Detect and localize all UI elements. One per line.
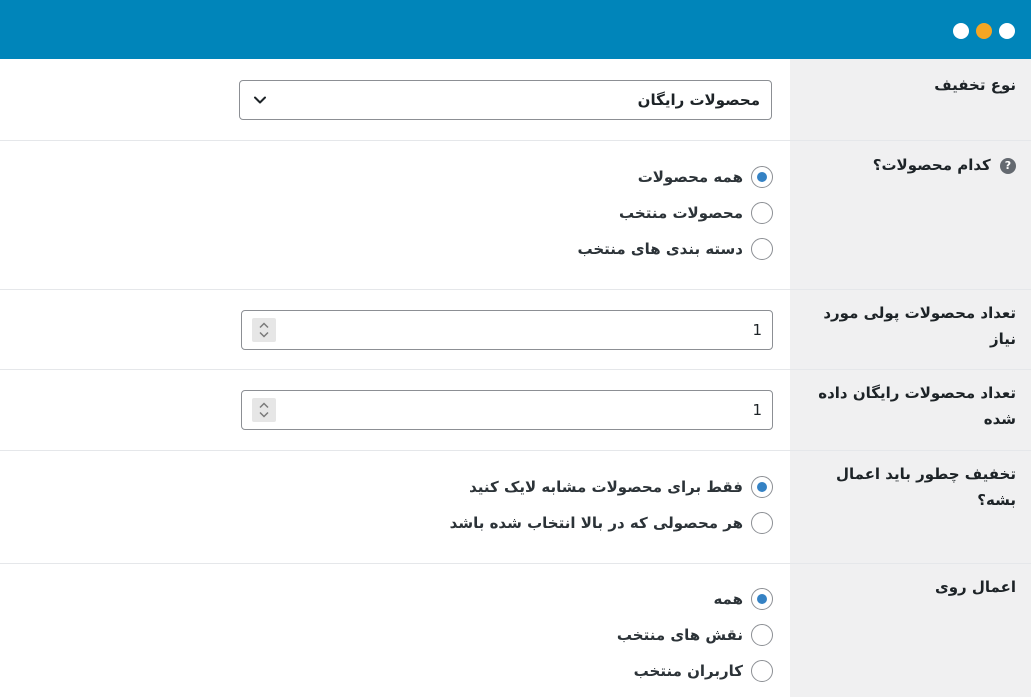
radio-option-selected-products[interactable]: محصولات منتخب <box>577 195 773 231</box>
number-spinner[interactable] <box>252 398 276 422</box>
label-cell: اعمال روی <box>790 564 1031 697</box>
label-cell: تعداد محصولات پولی مورد نیاز <box>790 290 1031 369</box>
radio-button[interactable] <box>751 476 773 498</box>
discount-type-label: نوع تخفیف <box>934 76 1016 94</box>
settings-window: نوع تخفیف محصولات رایگان ? کدام محصولات؟ <box>0 0 1031 697</box>
radio-label: همه محصولات <box>637 168 743 186</box>
radio-option-selected-roles[interactable]: نقش های منتخب <box>617 617 773 653</box>
chevron-down-icon <box>254 96 266 104</box>
discount-type-value: محصولات رایگان <box>637 91 760 109</box>
paid-required-value: 1 <box>752 321 762 339</box>
radio-option-same-products[interactable]: فقط برای محصولات مشابه لایک کنید <box>450 469 773 505</box>
radio-option-selected-categories[interactable]: دسته بندی های منتخب <box>577 231 773 267</box>
window-controls <box>953 23 1015 39</box>
help-icon[interactable]: ? <box>1000 158 1016 174</box>
label-cell: تخفیف چطور باید اعمال بشه؟ <box>790 451 1031 563</box>
title-bar <box>0 0 1031 59</box>
radio-button[interactable] <box>751 166 773 188</box>
radio-label: نقش های منتخب <box>616 626 743 644</box>
radio-button[interactable] <box>751 202 773 224</box>
radio-button[interactable] <box>751 512 773 534</box>
radio-label: کاربران منتخب <box>633 662 743 680</box>
which-products-label-wrap: ? کدام محصولات؟ <box>806 152 1016 178</box>
paid-required-label: تعداد محصولات پولی مورد نیاز <box>823 304 1016 348</box>
label-cell: نوع تخفیف <box>790 59 1031 140</box>
apply-how-options: فقط برای محصولات مشابه لایک کنید هر محصو… <box>450 469 773 541</box>
radio-button[interactable] <box>751 238 773 260</box>
radio-option-selected-users[interactable]: کاربران منتخب <box>617 653 773 689</box>
radio-button[interactable] <box>751 588 773 610</box>
row-discount-type: نوع تخفیف محصولات رایگان <box>0 59 1031 141</box>
which-products-label: کدام محصولات؟ <box>872 156 991 174</box>
number-spinner[interactable] <box>252 318 276 342</box>
free-given-label: تعداد محصولات رایگان داده شده <box>818 384 1016 428</box>
apply-on-options: همه نقش های منتخب کاربران منتخب <box>617 581 773 689</box>
spinner-arrows-icon <box>259 322 269 338</box>
spinner-arrows-icon <box>259 402 269 418</box>
radio-label: دسته بندی های منتخب <box>577 240 743 258</box>
paid-required-input[interactable]: 1 <box>241 310 773 350</box>
radio-option-any-selected-product[interactable]: هر محصولی که در بالا انتخاب شده باشد <box>450 505 773 541</box>
free-given-input[interactable]: 1 <box>241 390 773 430</box>
window-dot-icon[interactable] <box>999 23 1015 39</box>
apply-how-label: تخفیف چطور باید اعمال بشه؟ <box>835 465 1016 509</box>
label-cell: تعداد محصولات رایگان داده شده <box>790 370 1031 450</box>
radio-label: فقط برای محصولات مشابه لایک کنید <box>469 478 743 496</box>
row-apply-on: اعمال روی همه نقش های منتخب کاربران منتخ… <box>0 564 1031 697</box>
free-given-value: 1 <box>752 401 762 419</box>
discount-type-select[interactable]: محصولات رایگان <box>239 80 772 120</box>
window-dot-icon[interactable] <box>953 23 969 39</box>
row-apply-how: تخفیف چطور باید اعمال بشه؟ فقط برای محصو… <box>0 451 1031 564</box>
label-cell: ? کدام محصولات؟ <box>790 141 1031 289</box>
radio-option-all-products[interactable]: همه محصولات <box>577 159 773 195</box>
radio-label: هر محصولی که در بالا انتخاب شده باشد <box>449 514 743 532</box>
radio-button[interactable] <box>751 660 773 682</box>
row-which-products: ? کدام محصولات؟ همه محصولات محصولات منتخ… <box>0 141 1031 290</box>
window-dot-orange-icon[interactable] <box>976 23 992 39</box>
row-free-given: تعداد محصولات رایگان داده شده 1 <box>0 370 1031 451</box>
radio-option-everyone[interactable]: همه <box>617 581 773 617</box>
which-products-options: همه محصولات محصولات منتخب دسته بندی های … <box>577 159 773 267</box>
radio-button[interactable] <box>751 624 773 646</box>
radio-label: محصولات منتخب <box>619 204 743 222</box>
apply-on-label: اعمال روی <box>934 578 1016 596</box>
discount-form: نوع تخفیف محصولات رایگان ? کدام محصولات؟ <box>0 59 1031 697</box>
row-paid-required: تعداد محصولات پولی مورد نیاز 1 <box>0 290 1031 370</box>
radio-label: همه <box>713 590 743 608</box>
